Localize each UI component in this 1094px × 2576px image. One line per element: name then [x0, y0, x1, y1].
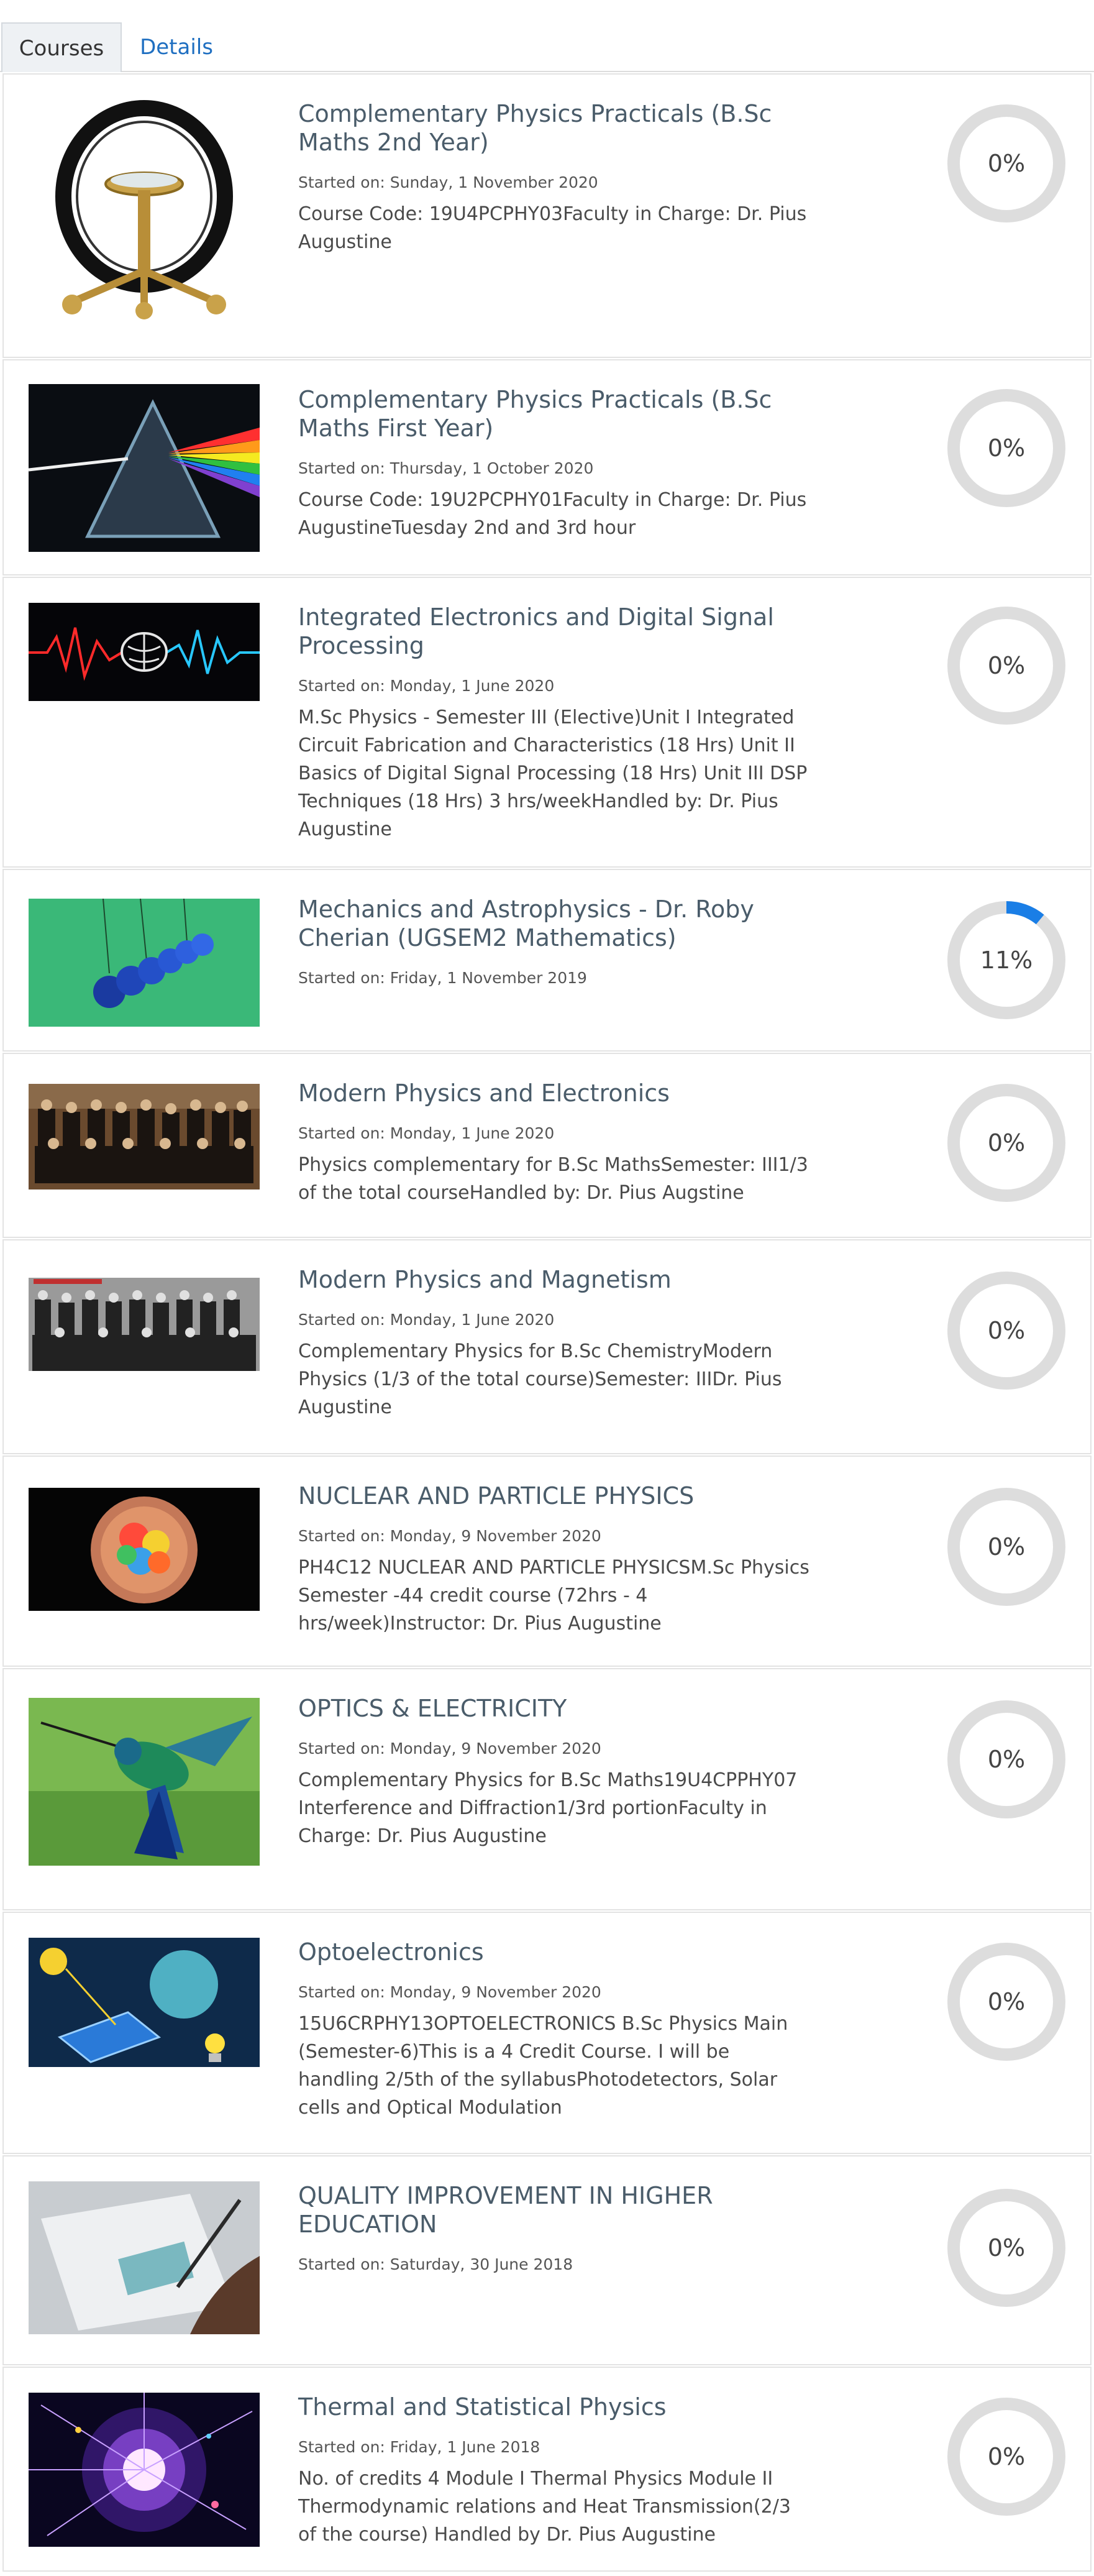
course-start-date: Started on: Friday, 1 November 2019 [298, 969, 587, 987]
course-image-energy-burst[interactable] [29, 2393, 260, 2547]
course-progress: 0% [945, 604, 1068, 727]
course-card: Complementary Physics Practicals (B.Sc M… [2, 73, 1092, 358]
course-start-date: Started on: Thursday, 1 October 2020 [298, 459, 594, 477]
course-card: Thermal and Statistical Physics Started … [2, 2367, 1092, 2572]
course-card: NUCLEAR AND PARTICLE PHYSICS Started on:… [2, 1455, 1092, 1667]
progress-percent: 11% [980, 947, 1033, 974]
course-title[interactable]: Integrated Electronics and Digital Signa… [298, 603, 832, 660]
course-title[interactable]: Optoelectronics [298, 1938, 832, 1966]
course-title[interactable]: Modern Physics and Electronics [298, 1079, 832, 1107]
course-title[interactable]: QUALITY IMPROVEMENT IN HIGHER EDUCATION [298, 2181, 832, 2239]
course-image-brain-waves[interactable] [29, 603, 260, 701]
course-summary: Course Code: 19U2PCPHY01Faculty in Charg… [298, 489, 807, 539]
course-summary: M.Sc Physics - Semester III (Elective)Un… [298, 707, 808, 840]
course-card: Complementary Physics Practicals (B.Sc M… [2, 359, 1092, 575]
course-summary: PH4C12 NUCLEAR AND PARTICLE PHYSICSM.Sc … [298, 1557, 809, 1634]
course-start-date: Started on: Monday, 1 June 2020 [298, 1124, 555, 1142]
course-start-date: Started on: Monday, 9 November 2020 [298, 1983, 601, 2001]
course-image-hummingbird[interactable] [29, 1698, 260, 1866]
course-image-prism[interactable] [29, 384, 260, 552]
course-summary: Complementary Physics for B.Sc Chemistry… [298, 1341, 782, 1418]
course-progress: 0% [945, 1269, 1068, 1392]
course-image-handwriting[interactable] [29, 2181, 260, 2334]
course-start-date: Started on: Monday, 9 November 2020 [298, 1527, 601, 1545]
progress-percent: 0% [987, 1129, 1026, 1157]
course-start-date: Started on: Friday, 1 June 2018 [298, 2438, 540, 2456]
course-summary: No. of credits 4 Module I Thermal Physic… [298, 2468, 791, 2546]
course-card: Modern Physics and Magnetism Started on:… [2, 1239, 1092, 1454]
course-summary: Course Code: 19U4PCPHY03Faculty in Charg… [298, 203, 807, 253]
course-card: OPTICS & ELECTRICITY Started on: Monday,… [2, 1668, 1092, 1910]
course-progress: 0% [945, 2395, 1068, 2518]
course-card: Optoelectronics Started on: Monday, 9 No… [2, 1912, 1092, 2154]
course-start-date: Started on: Sunday, 1 November 2020 [298, 173, 598, 191]
course-start-date: Started on: Monday, 9 November 2020 [298, 1739, 601, 1758]
course-title[interactable]: Complementary Physics Practicals (B.Sc M… [298, 99, 832, 157]
course-start-date: Started on: Saturday, 30 June 2018 [298, 2255, 573, 2273]
progress-percent: 0% [987, 150, 1026, 177]
course-title[interactable]: Complementary Physics Practicals (B.Sc M… [298, 385, 832, 442]
course-card: Modern Physics and Electronics Started o… [2, 1053, 1092, 1238]
course-image-solvay-bw[interactable] [29, 1265, 260, 1377]
progress-percent: 0% [987, 2443, 1026, 2470]
tab-courses[interactable]: Courses [1, 22, 122, 72]
course-card: Integrated Electronics and Digital Signa… [2, 577, 1092, 868]
course-summary: 15U6CRPHY13OPTOELECTRONICS B.Sc Physics … [298, 2013, 788, 2119]
progress-percent: 0% [987, 1746, 1026, 1773]
course-image-galvanometer[interactable] [29, 97, 260, 327]
course-title[interactable]: NUCLEAR AND PARTICLE PHYSICS [298, 1482, 832, 1510]
progress-percent: 0% [987, 1988, 1026, 2015]
course-start-date: Started on: Monday, 1 June 2020 [298, 677, 555, 695]
course-tabs: Courses Details [0, 19, 1094, 72]
progress-percent: 0% [987, 434, 1026, 462]
course-progress: 0% [945, 1081, 1068, 1204]
course-image-solar-cell[interactable] [29, 1938, 260, 2067]
course-title[interactable]: OPTICS & ELECTRICITY [298, 1694, 832, 1723]
course-image-newtons-cradle[interactable] [29, 899, 260, 1027]
course-summary: Physics complementary for B.Sc MathsSeme… [298, 1154, 808, 1204]
tab-details[interactable]: Details [123, 22, 230, 72]
course-progress: 0% [945, 2186, 1068, 2309]
course-progress: 0% [945, 102, 1068, 225]
course-title[interactable]: Mechanics and Astrophysics - Dr. Roby Ch… [298, 895, 832, 952]
course-progress: 0% [945, 387, 1068, 510]
course-progress: 0% [945, 1698, 1068, 1821]
progress-percent: 0% [987, 1317, 1026, 1344]
course-progress: 0% [945, 1485, 1068, 1608]
course-progress: 11% [945, 899, 1068, 1022]
course-progress: 0% [945, 1940, 1068, 2063]
course-summary: Complementary Physics for B.Sc Maths19U4… [298, 1769, 798, 1847]
progress-percent: 0% [987, 652, 1026, 679]
course-title[interactable]: Modern Physics and Magnetism [298, 1265, 832, 1294]
course-image-nucleus[interactable] [29, 1488, 260, 1611]
course-card: QUALITY IMPROVEMENT IN HIGHER EDUCATION … [2, 2155, 1092, 2365]
course-image-solvay-conference[interactable] [29, 1084, 260, 1189]
course-start-date: Started on: Monday, 1 June 2020 [298, 1311, 555, 1329]
progress-percent: 0% [987, 1533, 1026, 1561]
progress-percent: 0% [987, 2234, 1026, 2262]
course-title[interactable]: Thermal and Statistical Physics [298, 2393, 832, 2421]
course-card: Mechanics and Astrophysics - Dr. Roby Ch… [2, 869, 1092, 1052]
